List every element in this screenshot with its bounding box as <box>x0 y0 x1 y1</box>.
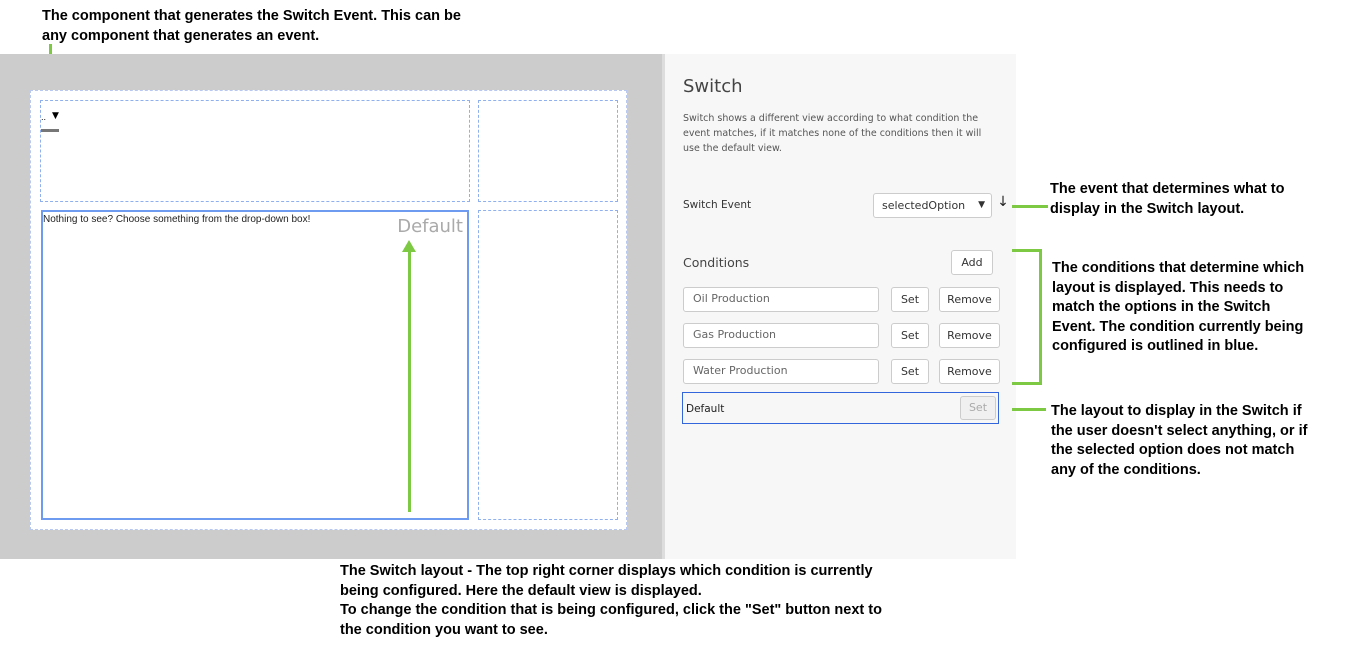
switch-message: Nothing to see? Choose something from th… <box>43 214 311 225</box>
arrow-left-icon <box>1012 205 1048 208</box>
cell-top-right[interactable] <box>478 100 618 202</box>
condition-input[interactable]: Water Production <box>683 359 879 384</box>
default-label: Default <box>686 403 725 415</box>
download-arrow-icon[interactable]: ↓ <box>997 194 1009 212</box>
dropdown-value[interactable]: .. <box>41 113 46 122</box>
set-condition-button[interactable]: Set <box>891 287 929 312</box>
bracket-icon <box>1039 249 1042 384</box>
set-condition-button[interactable]: Set <box>891 323 929 348</box>
set-condition-button[interactable]: Set <box>891 359 929 384</box>
chevron-down-icon: ▼ <box>978 200 985 210</box>
bracket-bottom <box>1012 382 1042 385</box>
chevron-down-icon[interactable]: ▼ <box>52 111 59 121</box>
conditions-label: Conditions <box>683 255 750 270</box>
switch-event-label: Switch Event <box>683 199 752 211</box>
condition-input[interactable]: Gas Production <box>683 323 879 348</box>
annotation-layout-line1: The Switch layout - The top right corner… <box>340 563 873 599</box>
switch-event-value: selectedOption <box>882 199 966 212</box>
annotation-layout: The Switch layout - The top right corner… <box>340 562 885 640</box>
panel-description: Switch shows a different view according … <box>683 113 982 154</box>
arrow-up-icon <box>408 250 411 512</box>
switch-event-select[interactable]: selectedOption ▼ <box>873 193 992 218</box>
cell-bottom-right[interactable] <box>478 210 618 520</box>
set-default-button[interactable]: Set <box>960 396 996 420</box>
layout-canvas: .. ▼ Nothing to see? Choose something fr… <box>30 90 627 530</box>
annotation-layout-line2: To change the condition that is being co… <box>340 602 882 638</box>
dropdown-underline <box>41 129 59 132</box>
remove-condition-button[interactable]: Remove <box>939 287 1000 312</box>
annotation-event: The event that determines what to displa… <box>1050 181 1285 217</box>
default-condition-row[interactable]: Default Set <box>682 392 999 424</box>
bracket-top <box>1012 249 1042 252</box>
annotation-component: The component that generates the Switch … <box>42 8 461 44</box>
current-condition-label: Default <box>397 216 463 237</box>
remove-condition-button[interactable]: Remove <box>939 323 1000 348</box>
arrow-head-icon <box>402 240 416 252</box>
switch-layout[interactable]: Nothing to see? Choose something from th… <box>41 210 469 520</box>
annotation-conditions: The conditions that determine which layo… <box>1052 260 1305 354</box>
properties-panel: Switch Switch shows a different view acc… <box>662 54 1016 559</box>
panel-title: Switch <box>683 76 743 97</box>
annotation-default: The layout to display in the Switch if t… <box>1051 403 1308 478</box>
arrow-left-icon <box>1012 408 1046 411</box>
add-condition-button[interactable]: Add <box>951 250 993 275</box>
cell-top-left[interactable]: .. ▼ <box>40 100 470 202</box>
condition-input[interactable]: Oil Production <box>683 287 879 312</box>
remove-condition-button[interactable]: Remove <box>939 359 1000 384</box>
